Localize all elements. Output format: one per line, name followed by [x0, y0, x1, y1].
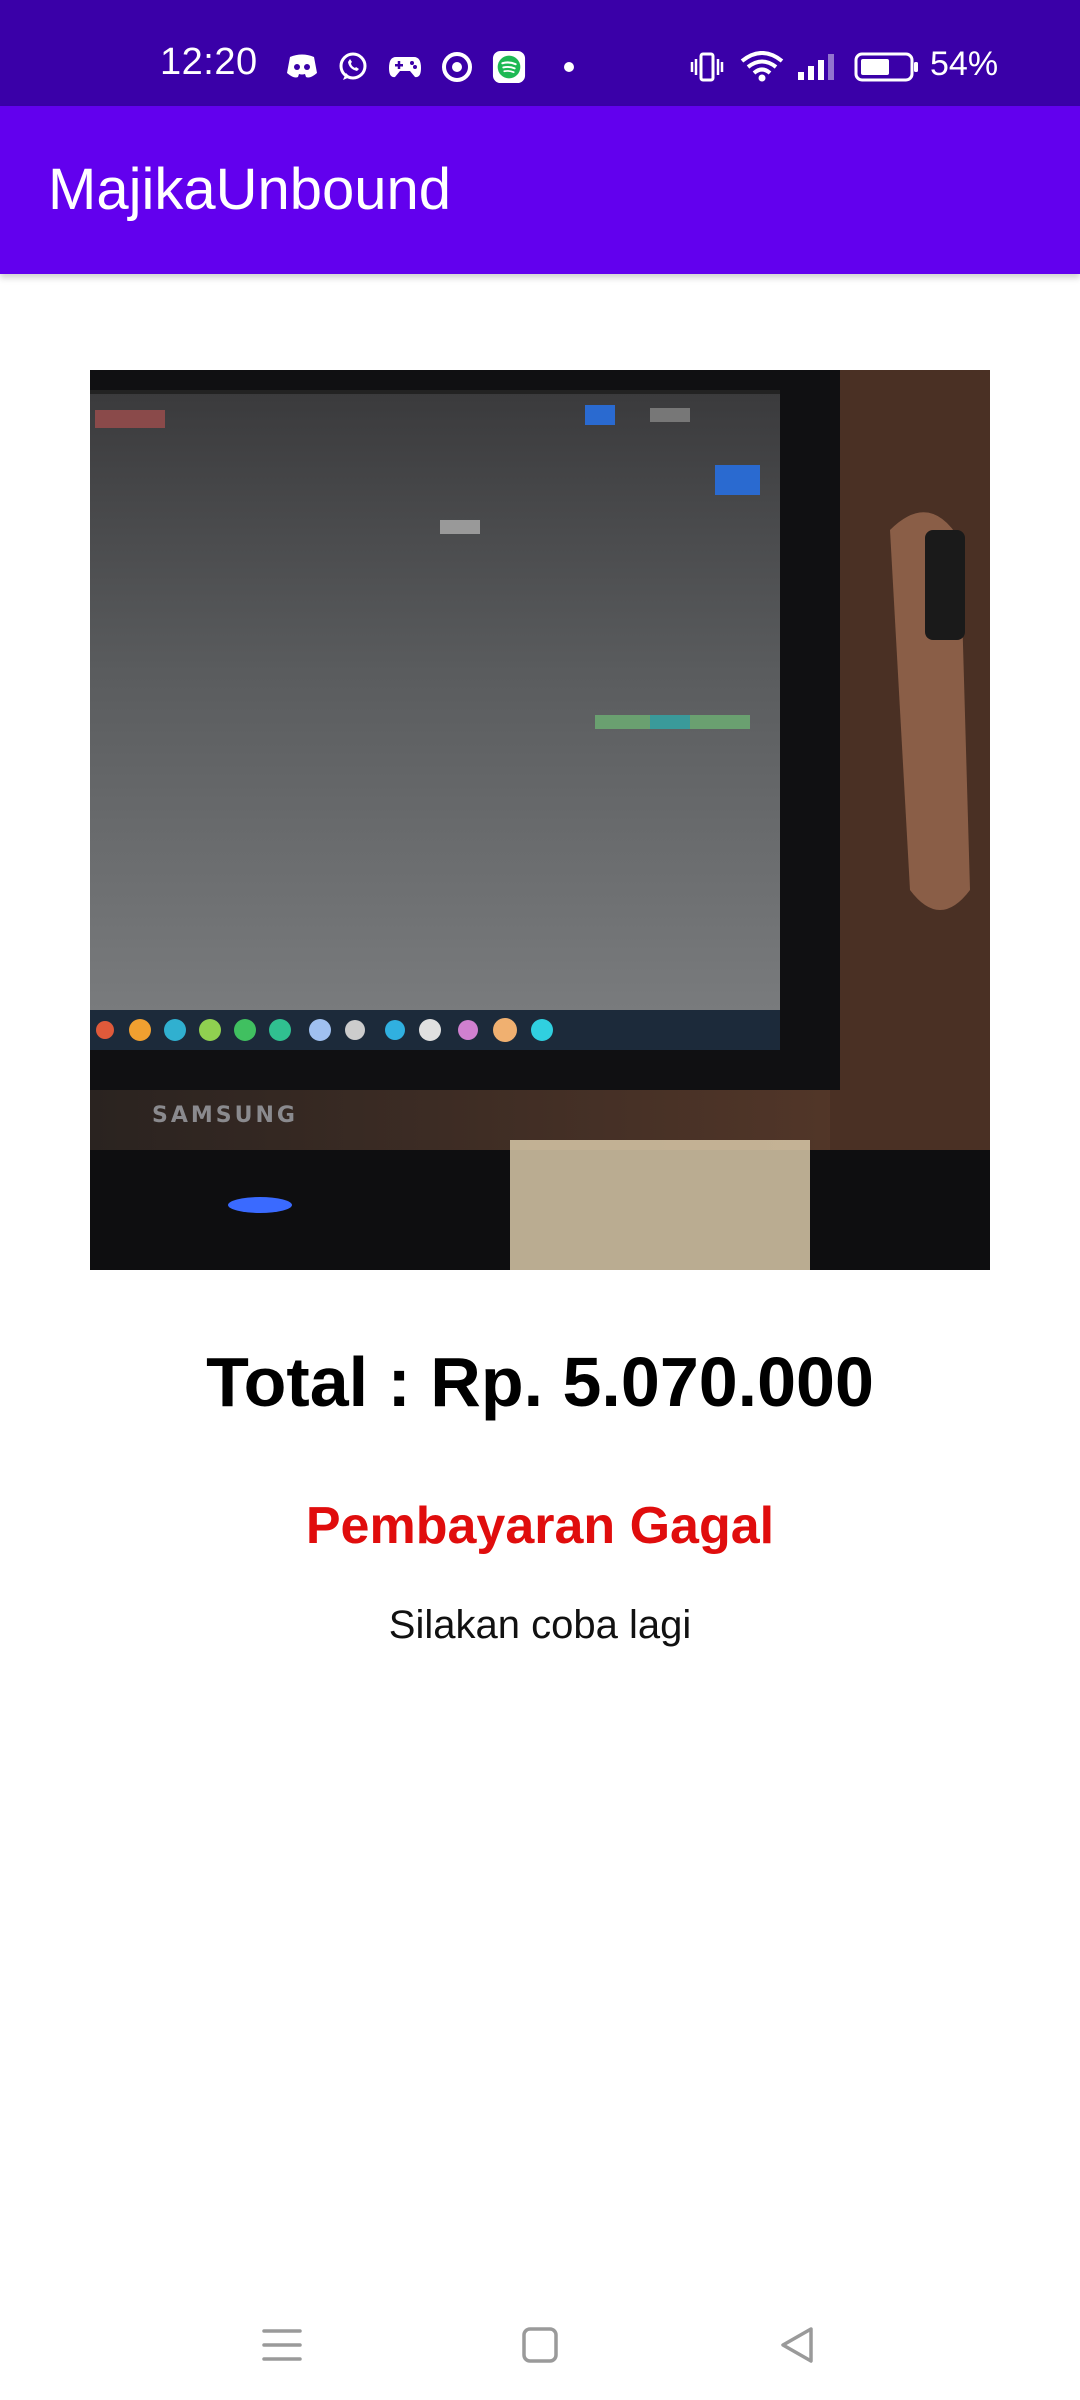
back-icon[interactable]: [752, 2300, 842, 2390]
payment-status: Pembayaran Gagal: [305, 1497, 775, 1555]
menu-icon[interactable]: [237, 2300, 327, 2390]
app-bar: MajikaUnbound: [0, 106, 1080, 274]
monitor-brand: SAMSUNG: [152, 1103, 298, 1128]
total-price: Total : Rp. 5.070.000: [206, 1343, 874, 1421]
more-dot-icon: [552, 50, 586, 84]
status-time: 12:20: [160, 41, 258, 83]
signal-icon: [794, 50, 838, 84]
whatsapp-icon: [336, 50, 370, 84]
podcast-icon: [440, 50, 474, 84]
screen: 12:20 54% MajikaUnbound SAMSUNG Total: …: [0, 0, 1080, 2400]
vibrate-icon: [690, 50, 724, 84]
battery-icon: [854, 50, 920, 84]
app-title: MajikaUnbound: [48, 157, 452, 222]
discord-icon: [285, 50, 319, 84]
gamepad-icon: [388, 50, 422, 84]
retry-message: Silakan coba lagi: [388, 1603, 692, 1647]
home-icon[interactable]: [495, 2300, 585, 2390]
wifi-icon: [740, 50, 784, 84]
navigation-bar: [0, 2290, 1080, 2400]
product-photo: SAMSUNG: [90, 370, 990, 1270]
battery-percentage: 54%: [930, 45, 999, 83]
status-bar: 12:20 54%: [0, 0, 1080, 106]
spotify-icon: [492, 50, 526, 84]
